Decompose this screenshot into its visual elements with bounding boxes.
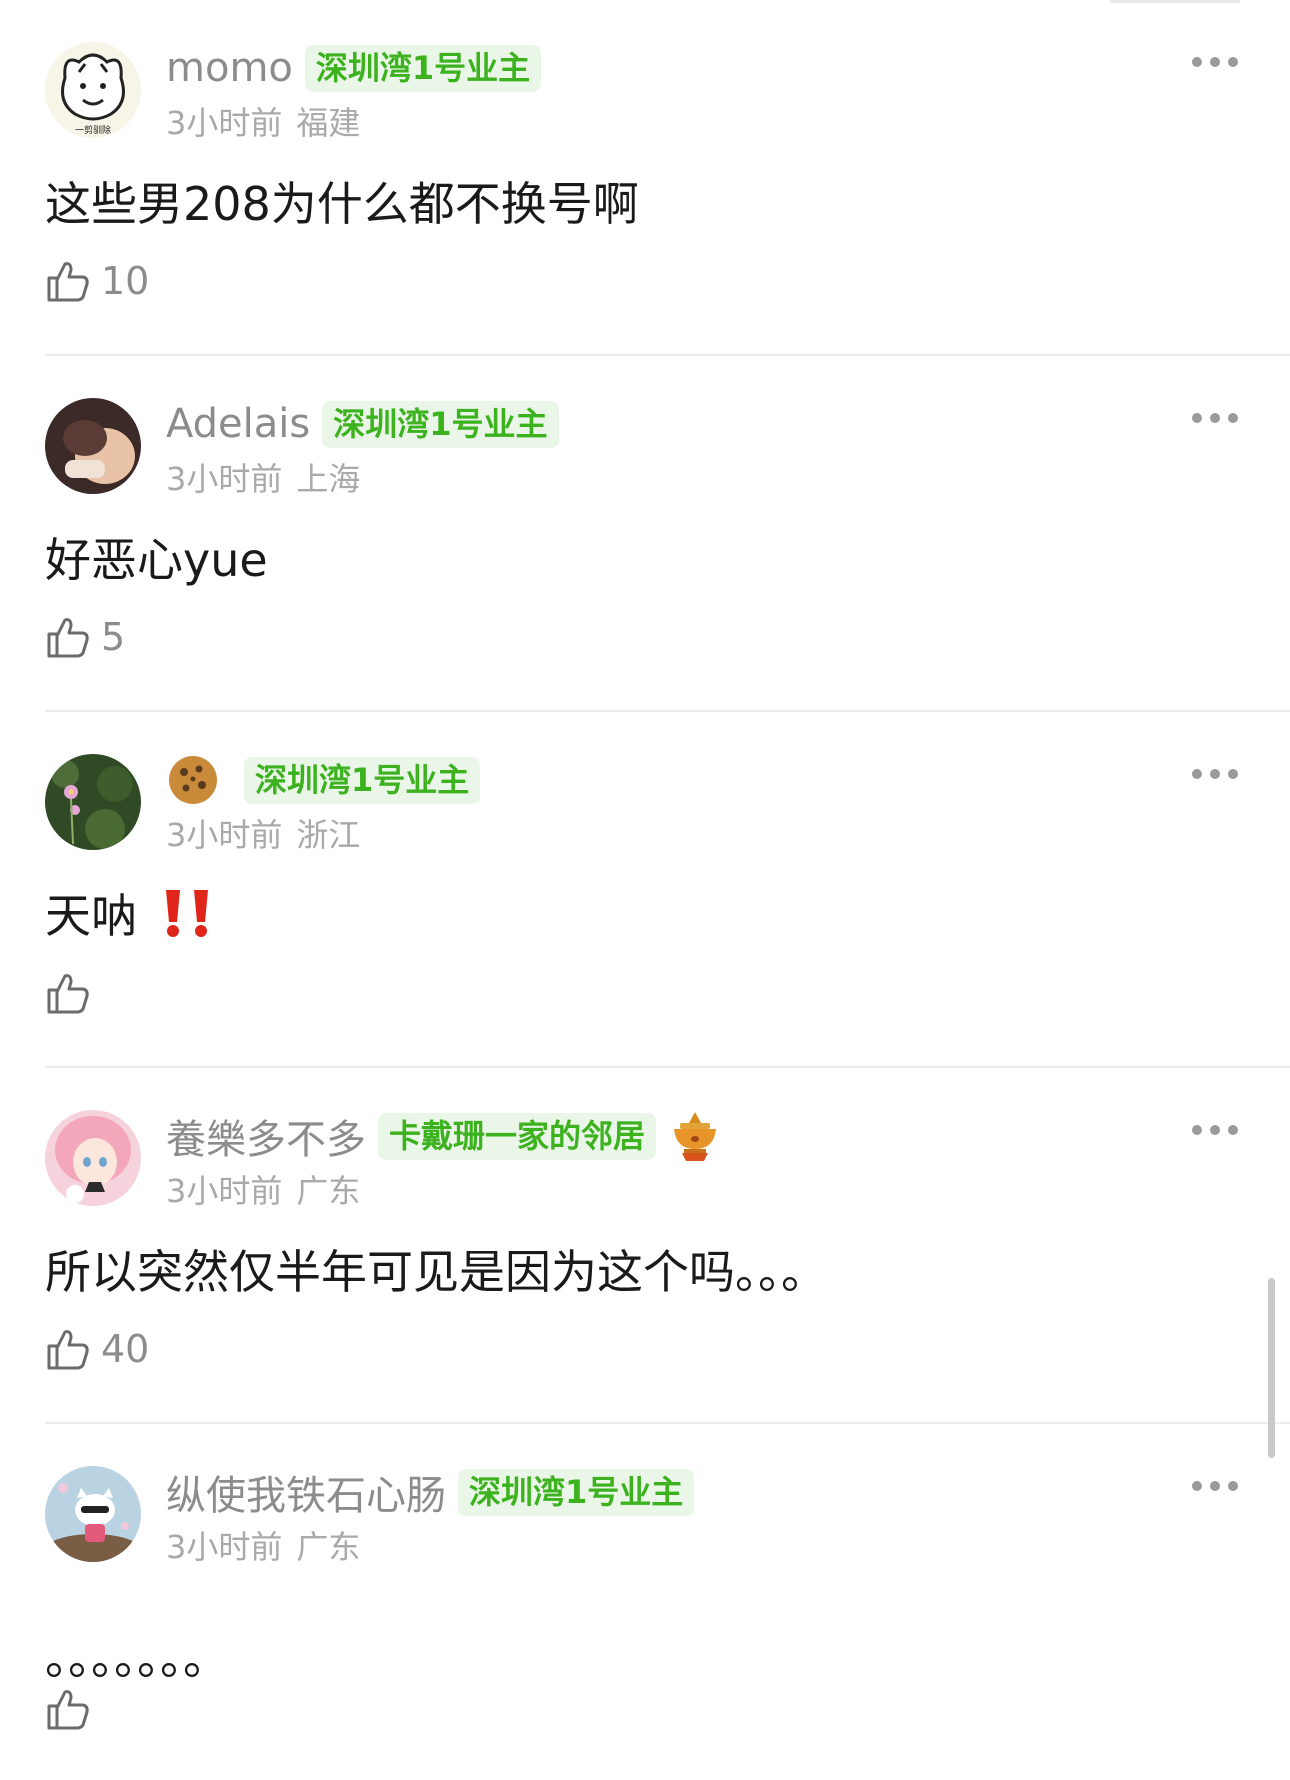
comment-header: 深圳湾1号业主: [166, 753, 481, 807]
thumbs-up-icon: [47, 1330, 89, 1370]
like-button[interactable]: [45, 1686, 101, 1732]
comment-location: 广东: [296, 1528, 361, 1566]
thumbs-up-icon: [47, 1690, 89, 1730]
username[interactable]: Adelais: [166, 401, 310, 447]
comment-text: 天呐: [45, 880, 216, 946]
more-options-icon[interactable]: [1192, 408, 1238, 428]
avatar[interactable]: [45, 1110, 141, 1206]
avatar[interactable]: [45, 398, 141, 494]
owner-badge[interactable]: 深圳湾1号业主: [244, 756, 481, 804]
comment-time: 3小时前: [166, 1528, 283, 1566]
scrollbar[interactable]: [1268, 1278, 1275, 1458]
comment-meta: 3小时前 广东: [166, 1166, 360, 1212]
more-options-icon[interactable]: [1192, 764, 1238, 784]
owner-badge[interactable]: 深圳湾1号业主: [304, 44, 542, 92]
more-options-icon[interactable]: [1192, 52, 1238, 72]
svg-text:一剪驯除: 一剪驯除: [75, 124, 111, 136]
like-button[interactable]: 10: [45, 258, 149, 304]
thumbs-up-icon: [47, 974, 89, 1014]
comment-meta: 3小时前 广东: [166, 1522, 360, 1568]
thumbs-up-icon: [47, 618, 89, 658]
cartoon-dog-avatar: 一剪驯除: [45, 42, 141, 138]
comment-meta: 3小时前 浙江: [166, 810, 360, 856]
comment-location: 浙江: [296, 816, 361, 854]
like-count: 5: [101, 615, 126, 659]
anime-girl-avatar: [45, 1110, 141, 1206]
username[interactable]: 纵使我铁石心肠: [166, 1463, 446, 1521]
comment-text: 好恶心yue: [45, 533, 268, 587]
comment-time: 3小时前: [166, 816, 283, 854]
hotpot-icon: [668, 1109, 722, 1163]
comment-header: 纵使我铁石心肠 深圳湾1号业主: [166, 1463, 695, 1521]
comment-item: 一剪驯除 momo 深圳湾1号业主 3小时前 福建 这些男208为什么都不换号啊 …: [0, 0, 1290, 356]
like-count: 40: [101, 1327, 150, 1371]
owner-badge[interactable]: 深圳湾1号业主: [458, 1468, 695, 1516]
comment-header: momo 深圳湾1号业主: [166, 42, 542, 94]
like-button[interactable]: [45, 970, 101, 1016]
cookie-icon[interactable]: [166, 753, 220, 807]
comment-time: 3小时前: [166, 1172, 283, 1210]
comment-text: 所以突然仅半年可见是因为这个吗。。。: [45, 1245, 827, 1299]
thumbs-up-icon: [47, 262, 89, 302]
more-options-icon[interactable]: [1192, 1476, 1238, 1496]
comment-location: 福建: [296, 104, 361, 142]
comment-header: Adelais 深圳湾1号业主: [166, 398, 559, 450]
comment-location: 上海: [296, 460, 361, 498]
owner-badge[interactable]: 深圳湾1号业主: [322, 400, 559, 448]
like-button[interactable]: 5: [45, 614, 125, 660]
comment-text-content: 天呐: [45, 889, 137, 943]
comment-meta: 3小时前 福建: [166, 98, 360, 144]
hello-kitty-avatar: [45, 1466, 141, 1562]
comment-item: 養樂多不多 卡戴珊一家的邻居 3小时前 广东 所以突然仅半年可见是因为这个吗。。。…: [0, 1068, 1290, 1424]
comment-time: 3小时前: [166, 460, 283, 498]
comment-item: 纵使我铁石心肠 深圳湾1号业主 3小时前 广东 。。。。。。。: [0, 1424, 1290, 1780]
photo-avatar: [45, 398, 141, 494]
comment-text: 。。。。。。。: [45, 1631, 229, 1685]
comment-item: Adelais 深圳湾1号业主 3小时前 上海 好恶心yue 5: [0, 356, 1290, 712]
avatar[interactable]: [45, 1466, 141, 1562]
flower-avatar: [45, 754, 141, 850]
comment-meta: 3小时前 上海: [166, 454, 360, 500]
comment-time: 3小时前: [166, 104, 283, 142]
comment-text: 这些男208为什么都不换号啊: [45, 177, 639, 231]
avatar[interactable]: [45, 754, 141, 850]
username[interactable]: 養樂多不多: [166, 1107, 366, 1165]
username[interactable]: momo: [166, 45, 293, 91]
like-button[interactable]: 40: [45, 1326, 149, 1372]
owner-badge[interactable]: 卡戴珊一家的邻居: [378, 1112, 657, 1160]
like-count: 10: [101, 259, 150, 303]
avatar[interactable]: 一剪驯除: [45, 42, 141, 138]
double-exclamation-icon: [165, 890, 208, 937]
more-options-icon[interactable]: [1192, 1120, 1238, 1140]
comment-item: 深圳湾1号业主 3小时前 浙江 天呐: [0, 712, 1290, 1068]
comment-header: 養樂多不多 卡戴珊一家的邻居: [166, 1107, 722, 1165]
comment-location: 广东: [296, 1172, 361, 1210]
